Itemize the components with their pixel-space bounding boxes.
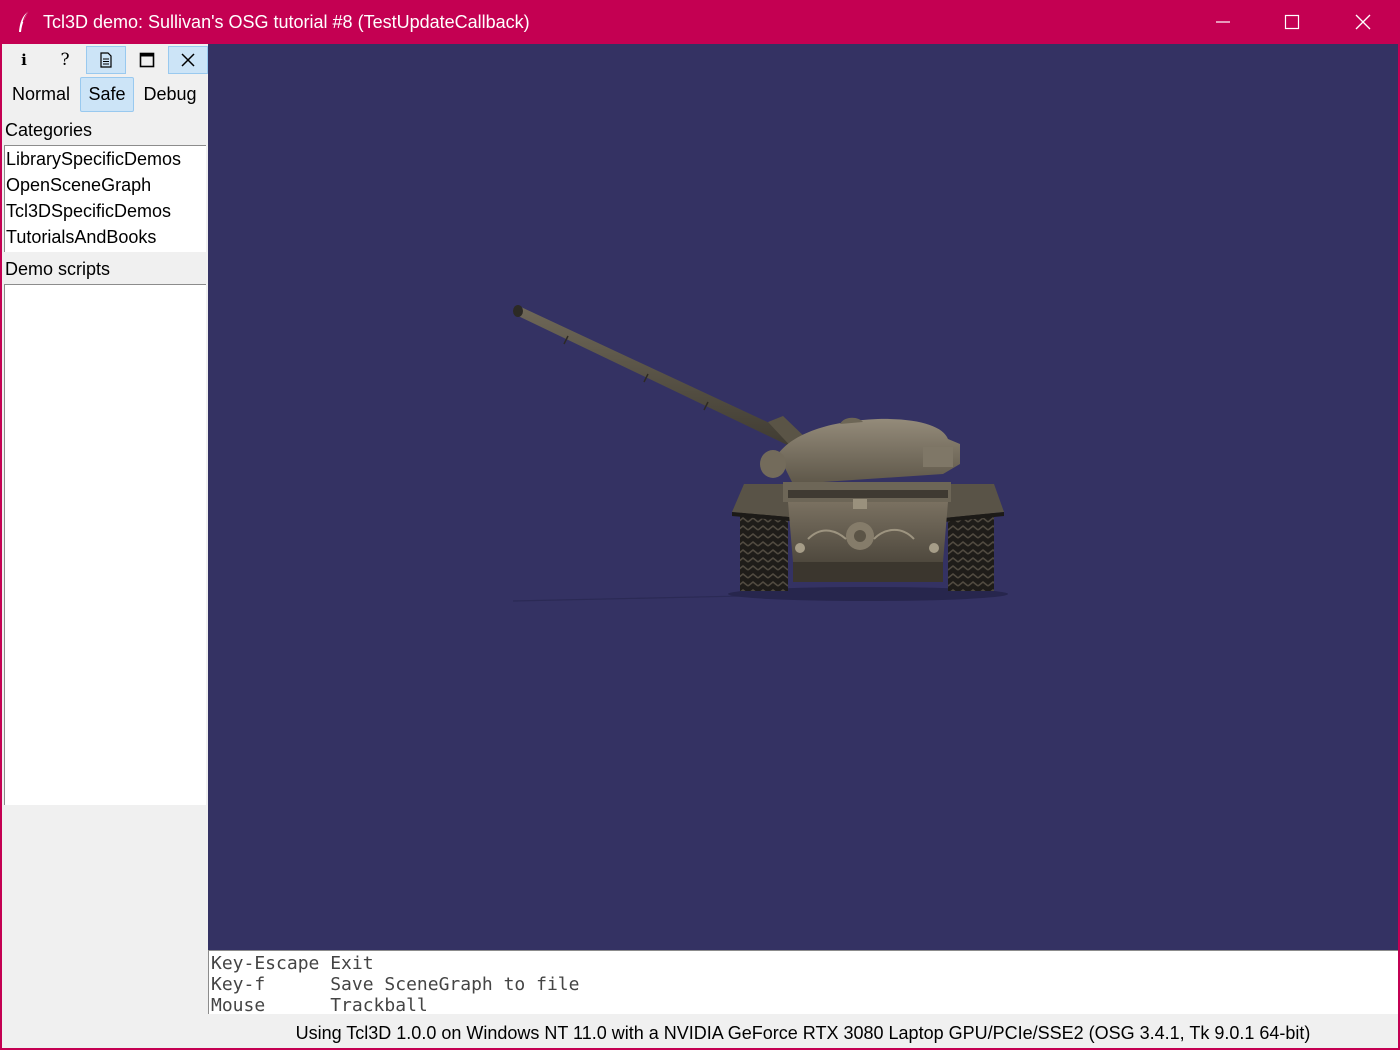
document-icon bbox=[100, 52, 112, 68]
maximize-window-icon bbox=[139, 52, 155, 68]
toolbar: i ? bbox=[4, 46, 208, 74]
mode-safe-button[interactable]: Safe bbox=[80, 77, 134, 112]
info-icon: i bbox=[21, 51, 27, 69]
left-panel: i ? Normal Safe Debug Categories Library… bbox=[2, 44, 208, 1048]
status-bar: Using Tcl3D 1.0.0 on Windows NT 11.0 wit… bbox=[295, 1023, 1311, 1043]
mode-selector: Normal Safe Debug bbox=[4, 77, 208, 112]
category-item[interactable]: Tcl3DSpecificDemos bbox=[5, 198, 206, 224]
title-bar[interactable]: Tcl3D demo: Sullivan's OSG tutorial #8 (… bbox=[0, 0, 1400, 44]
close-icon bbox=[181, 53, 195, 67]
category-item[interactable]: OpenSceneGraph bbox=[5, 172, 206, 198]
categories-list[interactable]: LibrarySpecificDemos OpenSceneGraph Tcl3… bbox=[4, 145, 206, 252]
fullscreen-button[interactable] bbox=[127, 46, 167, 74]
maximize-button[interactable] bbox=[1257, 0, 1327, 44]
osg-viewport[interactable] bbox=[208, 44, 1398, 950]
categories-label: Categories bbox=[5, 120, 93, 140]
mode-debug-button[interactable]: Debug bbox=[138, 77, 202, 112]
client-area: i ? Normal Safe Debug Categories Library… bbox=[2, 44, 1398, 1048]
feather-icon bbox=[19, 10, 30, 32]
close-button[interactable] bbox=[1328, 0, 1398, 44]
demo-scripts-label: Demo scripts bbox=[5, 259, 111, 279]
category-item[interactable]: LibrarySpecificDemos bbox=[5, 146, 206, 172]
window-title: Tcl3D demo: Sullivan's OSG tutorial #8 (… bbox=[43, 12, 530, 32]
help-line: Mouse Trackball bbox=[211, 995, 428, 1016]
view-source-button[interactable] bbox=[86, 46, 126, 74]
help-line: Key-Escape Exit bbox=[211, 953, 374, 974]
demo-scripts-list[interactable] bbox=[4, 284, 206, 805]
mode-normal-button[interactable]: Normal bbox=[6, 77, 76, 112]
help-icon: ? bbox=[60, 50, 70, 70]
tank-model bbox=[512, 305, 1008, 602]
close-icon bbox=[1355, 14, 1371, 30]
info-button[interactable]: i bbox=[4, 46, 44, 74]
category-item[interactable]: TutorialsAndBooks bbox=[5, 224, 206, 250]
key-help-text[interactable]: Key-Escape Exit Key-f Save SceneGraph to… bbox=[208, 950, 1398, 1016]
app-window: Tcl3D demo: Sullivan's OSG tutorial #8 (… bbox=[0, 0, 1400, 1050]
help-button[interactable]: ? bbox=[45, 46, 85, 74]
minimize-button[interactable] bbox=[1188, 0, 1258, 44]
minimize-icon bbox=[1216, 21, 1230, 23]
maximize-icon bbox=[1284, 14, 1300, 30]
exit-button[interactable] bbox=[168, 46, 208, 74]
help-line: Key-f Save SceneGraph to file bbox=[211, 974, 580, 995]
